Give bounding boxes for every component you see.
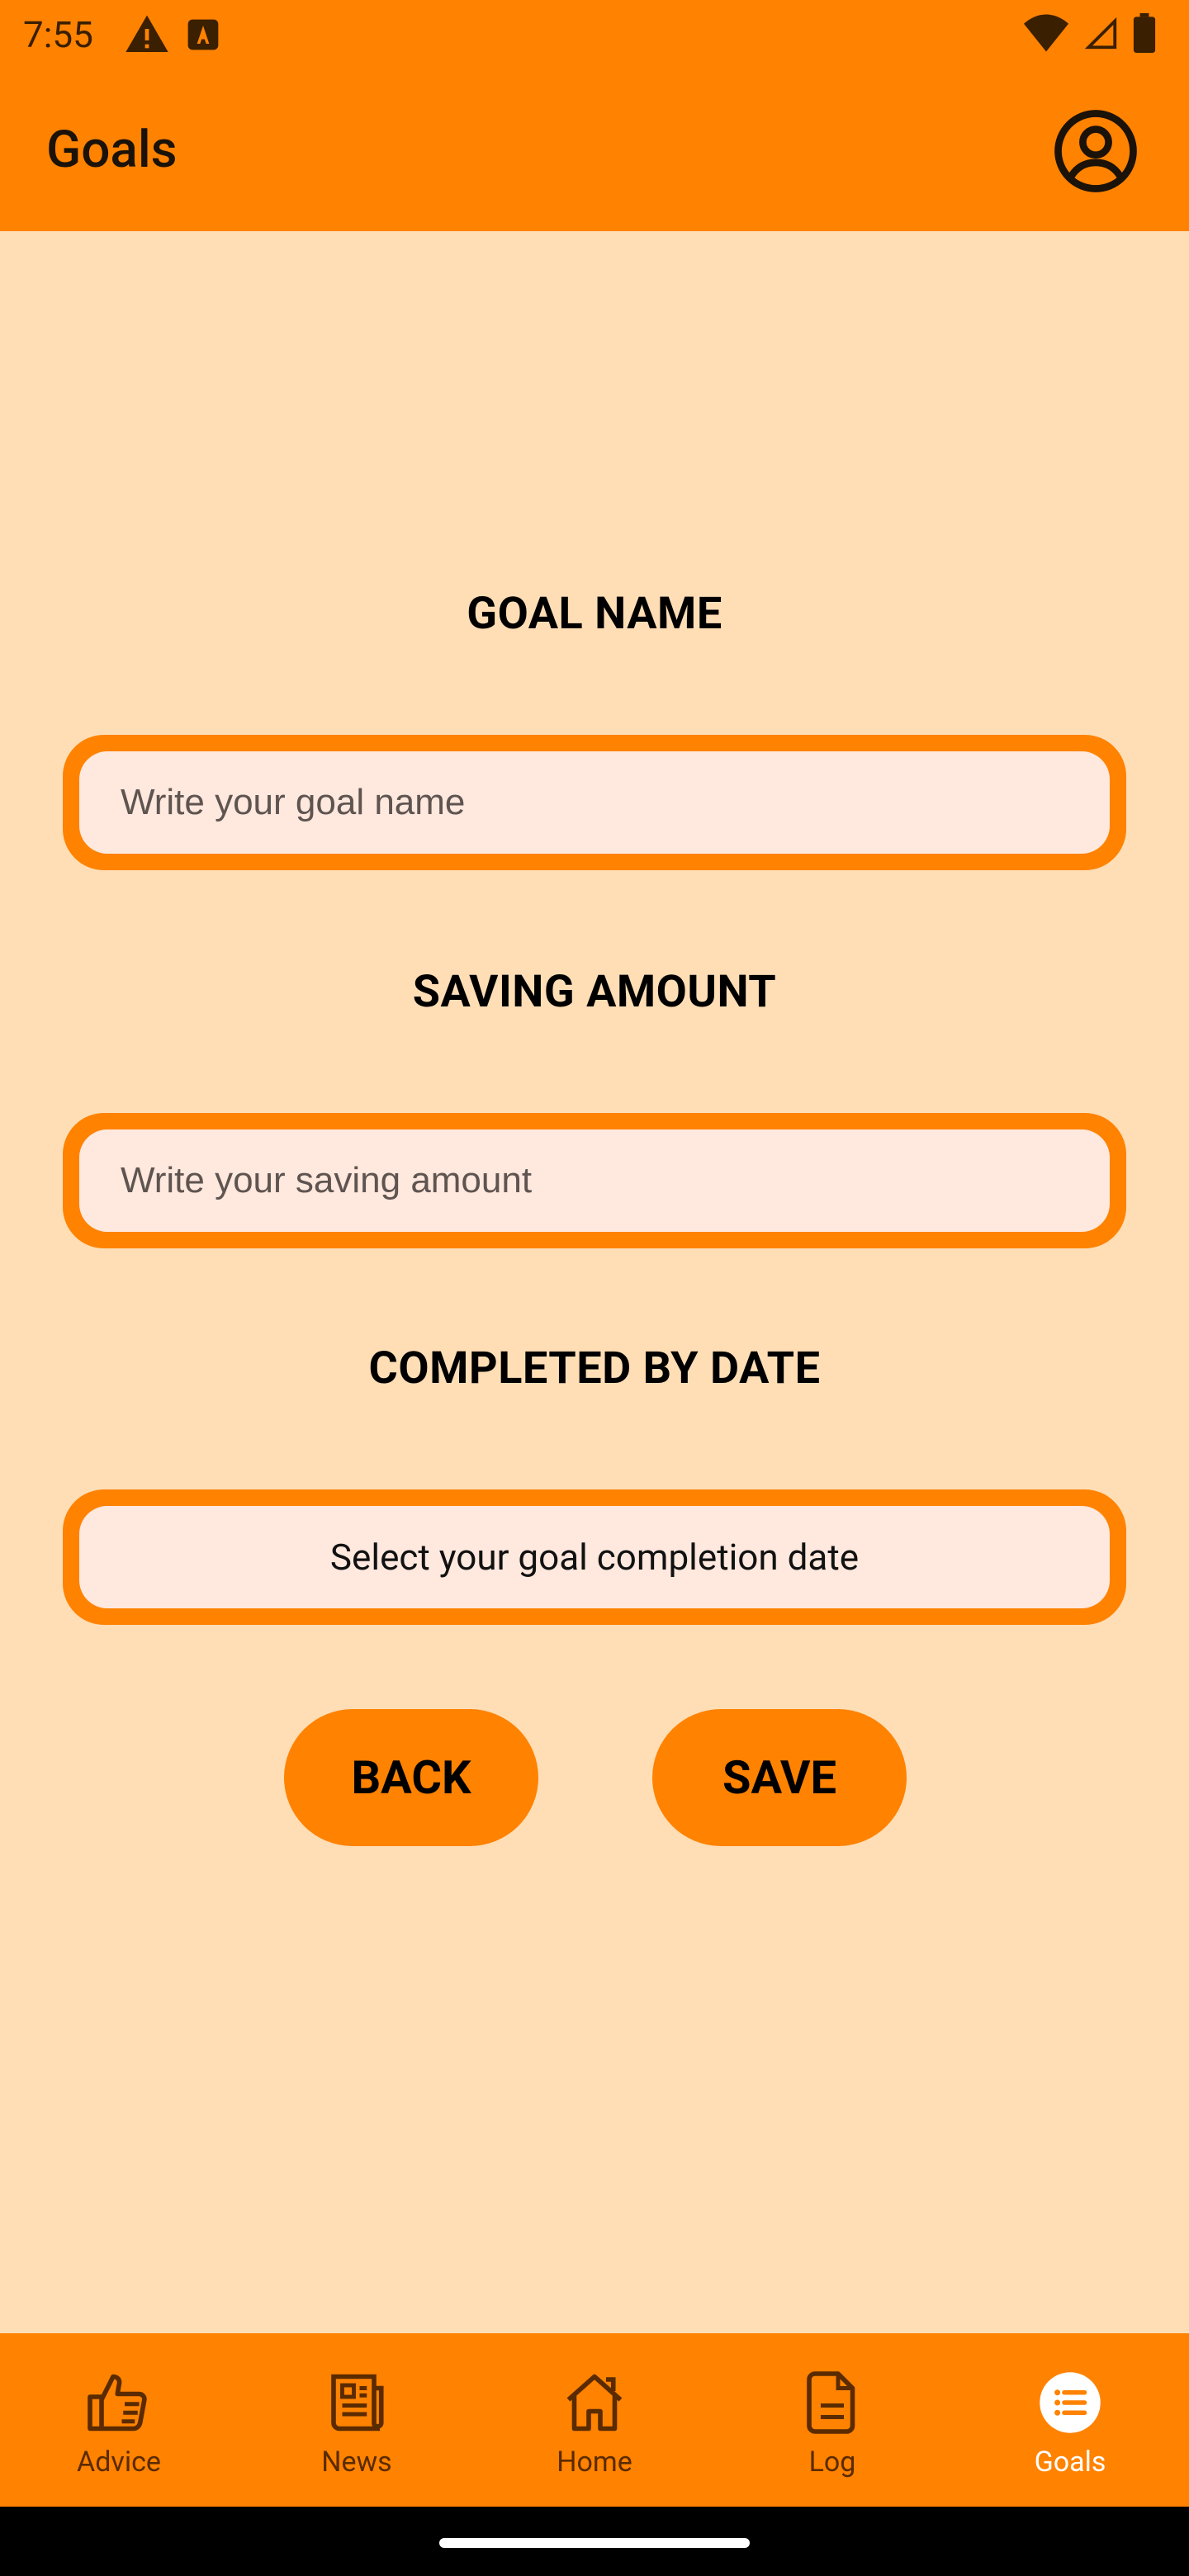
status-time: 7:55: [23, 13, 93, 56]
bottom-navigation: Advice News Home Log Goals: [0, 2333, 1189, 2507]
nav-item-log[interactable]: Log: [713, 2333, 951, 2507]
app-bar: Goals: [0, 69, 1189, 231]
gesture-bar: [0, 2507, 1189, 2576]
select-date-button[interactable]: Select your goal completion date: [79, 1506, 1110, 1608]
completed-by-date-label: COMPLETED BY DATE: [368, 1342, 821, 1395]
nav-item-home[interactable]: Home: [476, 2333, 713, 2507]
nav-label-news: News: [321, 2446, 392, 2479]
saving-amount-label: SAVING AMOUNT: [412, 966, 777, 1018]
warning-icon: [124, 12, 170, 61]
document-icon: [798, 2368, 867, 2437]
nav-label-advice: Advice: [77, 2446, 161, 2479]
profile-button[interactable]: [1052, 109, 1139, 197]
signal-icon: [1082, 14, 1120, 55]
newspaper-icon: [322, 2368, 391, 2437]
nav-item-goals[interactable]: Goals: [951, 2333, 1189, 2507]
battery-icon: [1133, 13, 1156, 56]
goal-name-input[interactable]: [119, 781, 1110, 824]
nav-label-goals: Goals: [1034, 2446, 1106, 2479]
nav-item-news[interactable]: News: [238, 2333, 476, 2507]
completion-date-field: Select your goal completion date: [63, 1489, 1126, 1625]
page-title: Goals: [46, 120, 178, 180]
status-bar: 7:55: [0, 0, 1189, 69]
a11y-a-icon: [185, 12, 221, 61]
goal-name-field: [63, 735, 1126, 870]
account-circle-icon: [1053, 108, 1139, 197]
nav-item-advice[interactable]: Advice: [0, 2333, 238, 2507]
wifi-icon: [1024, 14, 1068, 55]
gesture-handle[interactable]: [439, 2538, 750, 2548]
thumbs-up-icon: [84, 2368, 154, 2437]
goal-name-label: GOAL NAME: [467, 588, 722, 640]
nav-label-home: Home: [557, 2446, 632, 2479]
nav-label-log: Log: [808, 2446, 856, 2479]
saving-amount-input[interactable]: [119, 1159, 1110, 1202]
back-button[interactable]: BACK: [284, 1709, 538, 1846]
saving-amount-field: [63, 1113, 1126, 1248]
list-circle-icon: [1035, 2368, 1105, 2437]
save-button[interactable]: SAVE: [652, 1709, 907, 1846]
home-icon: [560, 2368, 629, 2437]
